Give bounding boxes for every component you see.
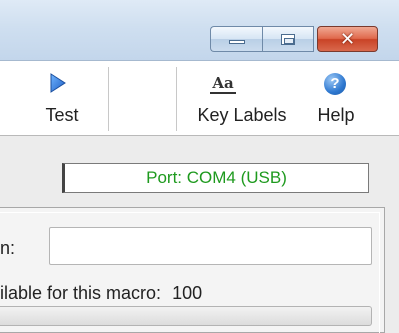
minimize-button[interactable] [210, 26, 262, 52]
minimize-icon [229, 40, 245, 44]
close-button[interactable]: ✕ [317, 26, 378, 52]
key-labels-icon: Aa [210, 74, 236, 94]
key-labels-button[interactable]: Aa Key Labels [178, 61, 306, 135]
test-label: Test [45, 105, 79, 125]
available-keystrokes: ilable for this macro: 100 [0, 283, 202, 304]
key-labels-label: Key Labels [197, 105, 287, 125]
close-icon: ✕ [339, 28, 356, 50]
macro-usage-bar [0, 306, 372, 326]
macro-name-input[interactable] [49, 227, 372, 265]
macro-name-label: n: [0, 238, 16, 258]
maximize-button[interactable] [262, 26, 314, 52]
play-icon [50, 73, 66, 93]
window-titlebar: ✕ [0, 0, 399, 61]
toolbar-separator [108, 67, 109, 131]
toolbar: Test Aa Key Labels ? Help [0, 61, 399, 136]
port-status: Port: COM4 (USB) [62, 163, 369, 193]
help-button[interactable]: ? Help [306, 61, 366, 135]
maximize-icon [281, 34, 295, 45]
available-value: 100 [172, 283, 203, 303]
help-label: Help [317, 105, 355, 125]
available-label: ilable for this macro: [0, 283, 162, 303]
toolbar-separator [176, 67, 177, 131]
test-button[interactable]: Test [22, 61, 102, 135]
help-icon: ? [324, 73, 346, 95]
